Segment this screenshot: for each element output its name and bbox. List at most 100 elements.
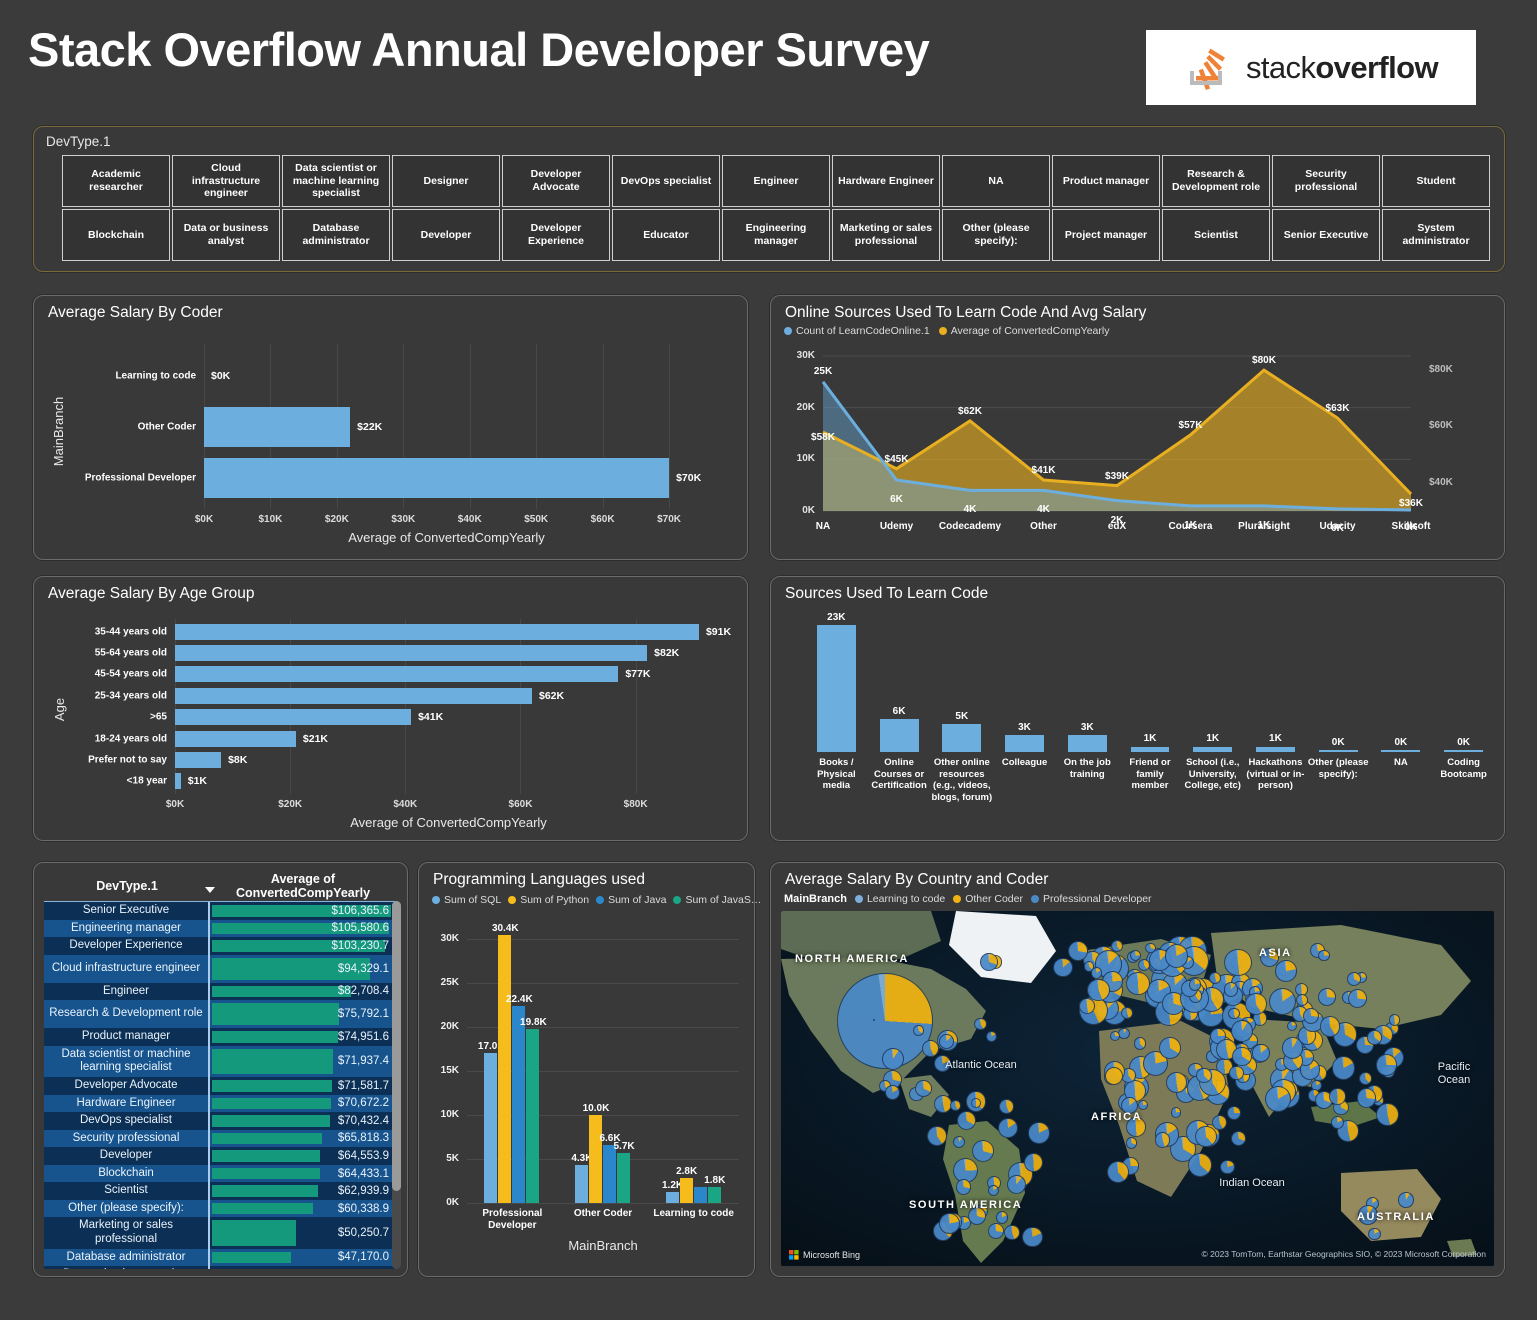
map-pie-marker[interactable] <box>1004 1224 1020 1241</box>
map-pie-marker[interactable] <box>950 1099 961 1111</box>
bar-fill[interactable] <box>175 687 532 704</box>
bar-fill[interactable] <box>175 623 699 640</box>
map-pie-marker[interactable] <box>1232 1046 1252 1067</box>
bar-sum-of-javas-[interactable] <box>526 1028 540 1203</box>
bar-sum-of-java[interactable] <box>603 1144 617 1203</box>
table-row[interactable]: Security professional $65,818.3 <box>44 1129 396 1148</box>
bar[interactable] <box>1067 735 1107 752</box>
slicer-item-product-manager[interactable]: Product manager <box>1052 155 1160 207</box>
bar-row[interactable]: 25-34 years old $62K <box>95 687 722 704</box>
bar[interactable] <box>1193 746 1233 752</box>
bar[interactable] <box>942 724 982 752</box>
slicer-item-research-development-role[interactable]: Research & Development role <box>1162 155 1270 207</box>
map-pie-marker[interactable] <box>1398 1192 1415 1208</box>
bar[interactable] <box>1005 735 1044 752</box>
map-pie-marker[interactable] <box>1006 1174 1027 1195</box>
slicer-item-system-administrator[interactable]: System administrator <box>1382 209 1490 261</box>
column-header-devtype[interactable]: DevType.1 <box>44 879 210 893</box>
map-pie-marker[interactable] <box>939 1033 954 1049</box>
slicer-item-developer[interactable]: Developer <box>392 209 500 261</box>
map-pie-marker[interactable] <box>1109 1030 1121 1042</box>
bar-sum-of-sql[interactable] <box>665 1192 679 1203</box>
slicer-item-developer-advocate[interactable]: Developer Advocate <box>502 155 610 207</box>
map-pie-marker[interactable] <box>921 1039 939 1057</box>
map-pie-marker[interactable] <box>1358 1071 1372 1085</box>
map-pie-marker[interactable] <box>939 1212 961 1234</box>
map-pie-marker[interactable] <box>1187 1153 1213 1178</box>
table-scrollbar[interactable] <box>392 901 401 1269</box>
map-pie-marker[interactable] <box>1079 998 1095 1015</box>
map-pie-marker[interactable] <box>1367 1030 1382 1045</box>
map-pie-marker[interactable] <box>1318 949 1330 962</box>
bar-sum-of-java[interactable] <box>693 1187 707 1203</box>
map-pie-marker[interactable] <box>987 1223 1004 1240</box>
map-pie-marker[interactable] <box>1388 1014 1401 1026</box>
table-row[interactable]: Engineer $82,708.4 <box>44 982 396 1001</box>
map-pie-marker[interactable] <box>1275 960 1297 982</box>
table-row[interactable]: Senior Executive $106,365.6 <box>44 902 396 920</box>
map-pie-marker[interactable] <box>1211 1115 1227 1131</box>
bar[interactable] <box>1444 750 1484 752</box>
slicer-item-data-or-business-analyst[interactable]: Data or business analyst <box>172 209 280 261</box>
map-pie-marker[interactable] <box>1226 1105 1242 1121</box>
bar-fill[interactable] <box>175 666 619 683</box>
bar[interactable] <box>816 625 856 752</box>
map-pie-marker[interactable] <box>999 1098 1015 1114</box>
map-pie-marker[interactable] <box>974 1017 987 1031</box>
map-pie-marker[interactable] <box>997 1118 1018 1139</box>
map-pie-marker[interactable] <box>1188 978 1202 991</box>
table-row[interactable]: Developer Advocate $71,581.7 <box>44 1076 396 1095</box>
bar-fill[interactable] <box>175 751 222 768</box>
map-pie-marker[interactable] <box>1208 971 1221 984</box>
map-pie-marker[interactable] <box>1347 988 1368 1008</box>
table-row[interactable]: Cloud infrastructure engineer $94,329.1 <box>44 954 396 983</box>
slicer-item-other-please-specify[interactable]: Other (please specify): <box>942 209 1050 261</box>
map-pie-marker[interactable] <box>914 1079 933 1098</box>
bar-fill[interactable] <box>175 709 412 726</box>
table-row[interactable]: Database administrator $47,170.0 <box>44 1248 396 1267</box>
bar-sum-of-python[interactable] <box>498 935 512 1203</box>
map-pie-marker[interactable] <box>1319 1015 1341 1037</box>
bar-row[interactable]: Learning to code $0K <box>115 356 689 396</box>
bar-fill[interactable] <box>204 457 670 498</box>
map-pie-marker[interactable] <box>1223 982 1239 997</box>
slicer-item-academic-researcher[interactable]: Academic researcher <box>62 155 170 207</box>
slicer-item-developer-experience[interactable]: Developer Experience <box>502 209 610 261</box>
slicer-item-database-administrator[interactable]: Database administrator <box>282 209 390 261</box>
table-row[interactable]: Other (please specify): $60,338.9 <box>44 1199 396 1218</box>
map-pie-marker[interactable] <box>1195 1126 1217 1148</box>
map-pie-marker[interactable] <box>987 1185 999 1197</box>
table-row[interactable]: Data scientist or machine learning speci… <box>44 1045 396 1077</box>
map-pie-marker[interactable] <box>971 1139 995 1162</box>
bar[interactable] <box>1130 746 1170 752</box>
map-pie-marker[interactable] <box>1357 1088 1377 1108</box>
bar-sum-of-python[interactable] <box>679 1178 693 1203</box>
table-scrollbar-thumb[interactable] <box>392 901 401 1191</box>
slicer-item-hardware-engineer[interactable]: Hardware Engineer <box>832 155 940 207</box>
legend-item-other-coder[interactable]: Other Coder <box>953 893 1023 905</box>
table-row[interactable]: Hardware Engineer $70,672.2 <box>44 1094 396 1113</box>
map-pie-marker[interactable] <box>1331 1056 1356 1080</box>
map-pie-marker[interactable] <box>1053 957 1073 977</box>
map-pie-marker[interactable] <box>980 953 998 971</box>
map-pie-marker[interactable] <box>1023 1152 1043 1172</box>
slicer-item-cloud-infrastructure-engineer[interactable]: Cloud infrastructure engineer <box>172 155 280 207</box>
bar-fill[interactable] <box>175 773 181 790</box>
map-pie-marker[interactable] <box>952 1135 966 1149</box>
legend-item-sql[interactable]: Sum of SQL <box>432 894 501 906</box>
legend-item-professional[interactable]: Professional Developer <box>1030 893 1152 905</box>
bar-sum-of-javas-[interactable] <box>707 1187 721 1203</box>
table-row[interactable]: Research & Development role $75,792.1 <box>44 1000 396 1029</box>
legend-item-javascript[interactable]: Sum of JavaS… <box>673 894 761 906</box>
legend-item-learning[interactable]: Learning to code <box>854 893 945 905</box>
bar-sum-of-sql[interactable] <box>574 1165 588 1203</box>
slicer-item-designer[interactable]: Designer <box>392 155 500 207</box>
table-row[interactable]: Marketing or sales professional $50,250.7 <box>44 1217 396 1249</box>
table-row[interactable]: Product manager $74,951.6 <box>44 1028 396 1046</box>
map-pie-marker[interactable] <box>1220 1159 1235 1175</box>
table-row[interactable]: DevOps specialist $70,432.4 <box>44 1112 396 1130</box>
map-pie-marker[interactable] <box>882 1047 905 1070</box>
map-pie-marker[interactable] <box>1120 1006 1133 1019</box>
bar-row[interactable]: Prefer not to say $8K <box>88 751 722 768</box>
slicer-button-grid[interactable]: Academic researcher Cloud infrastructure … <box>62 155 1490 261</box>
